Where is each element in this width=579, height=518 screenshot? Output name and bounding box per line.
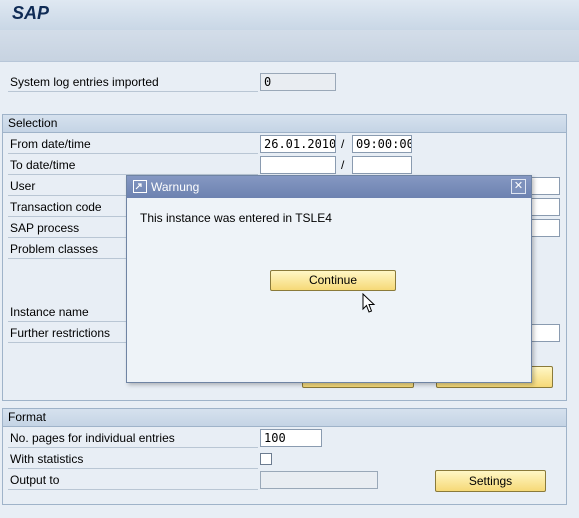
selection-group-header: Selection xyxy=(3,115,566,133)
application-toolbar xyxy=(0,30,579,62)
pages-field[interactable]: 100 xyxy=(260,429,322,447)
close-icon[interactable]: ✕ xyxy=(511,179,526,194)
format-group-header: Format xyxy=(3,409,566,427)
to-time-field[interactable] xyxy=(352,156,412,174)
title-bar: SAP xyxy=(0,0,579,30)
warning-dialog: Warnung ✕ This instance was entered in T… xyxy=(126,175,532,383)
with-statistics-checkbox[interactable] xyxy=(260,453,272,465)
dialog-header: Warnung ✕ xyxy=(127,176,531,198)
further-restrictions-field-edge[interactable] xyxy=(530,324,560,342)
entries-imported-label: System log entries imported xyxy=(8,72,258,92)
user-field-edge[interactable] xyxy=(530,177,560,195)
window-icon xyxy=(133,180,147,193)
transaction-code-field-edge[interactable] xyxy=(530,198,560,216)
to-separator: / xyxy=(341,158,345,172)
sap-process-field-edge[interactable] xyxy=(530,219,560,237)
from-date-time-label: From date/time xyxy=(8,134,258,154)
dialog-title: Warnung xyxy=(151,180,200,194)
pages-label: No. pages for individual entries xyxy=(8,428,258,448)
from-separator: / xyxy=(341,137,345,151)
app-title: SAP xyxy=(12,3,50,23)
settings-button[interactable]: Settings xyxy=(435,470,546,492)
continue-button[interactable]: Continue xyxy=(270,270,396,291)
dialog-message: This instance was entered in TSLE4 xyxy=(140,211,332,225)
mouse-cursor-icon xyxy=(362,292,376,318)
output-to-label: Output to xyxy=(8,470,258,490)
from-date-field[interactable]: 26.01.2010 xyxy=(260,135,336,153)
entries-imported-field: 0 xyxy=(260,73,336,91)
to-date-field[interactable] xyxy=(260,156,336,174)
from-time-field[interactable]: 09:00:00 xyxy=(352,135,412,153)
with-statistics-label: With statistics xyxy=(8,449,258,469)
to-date-time-label: To date/time xyxy=(8,155,258,175)
output-to-field xyxy=(260,471,378,489)
